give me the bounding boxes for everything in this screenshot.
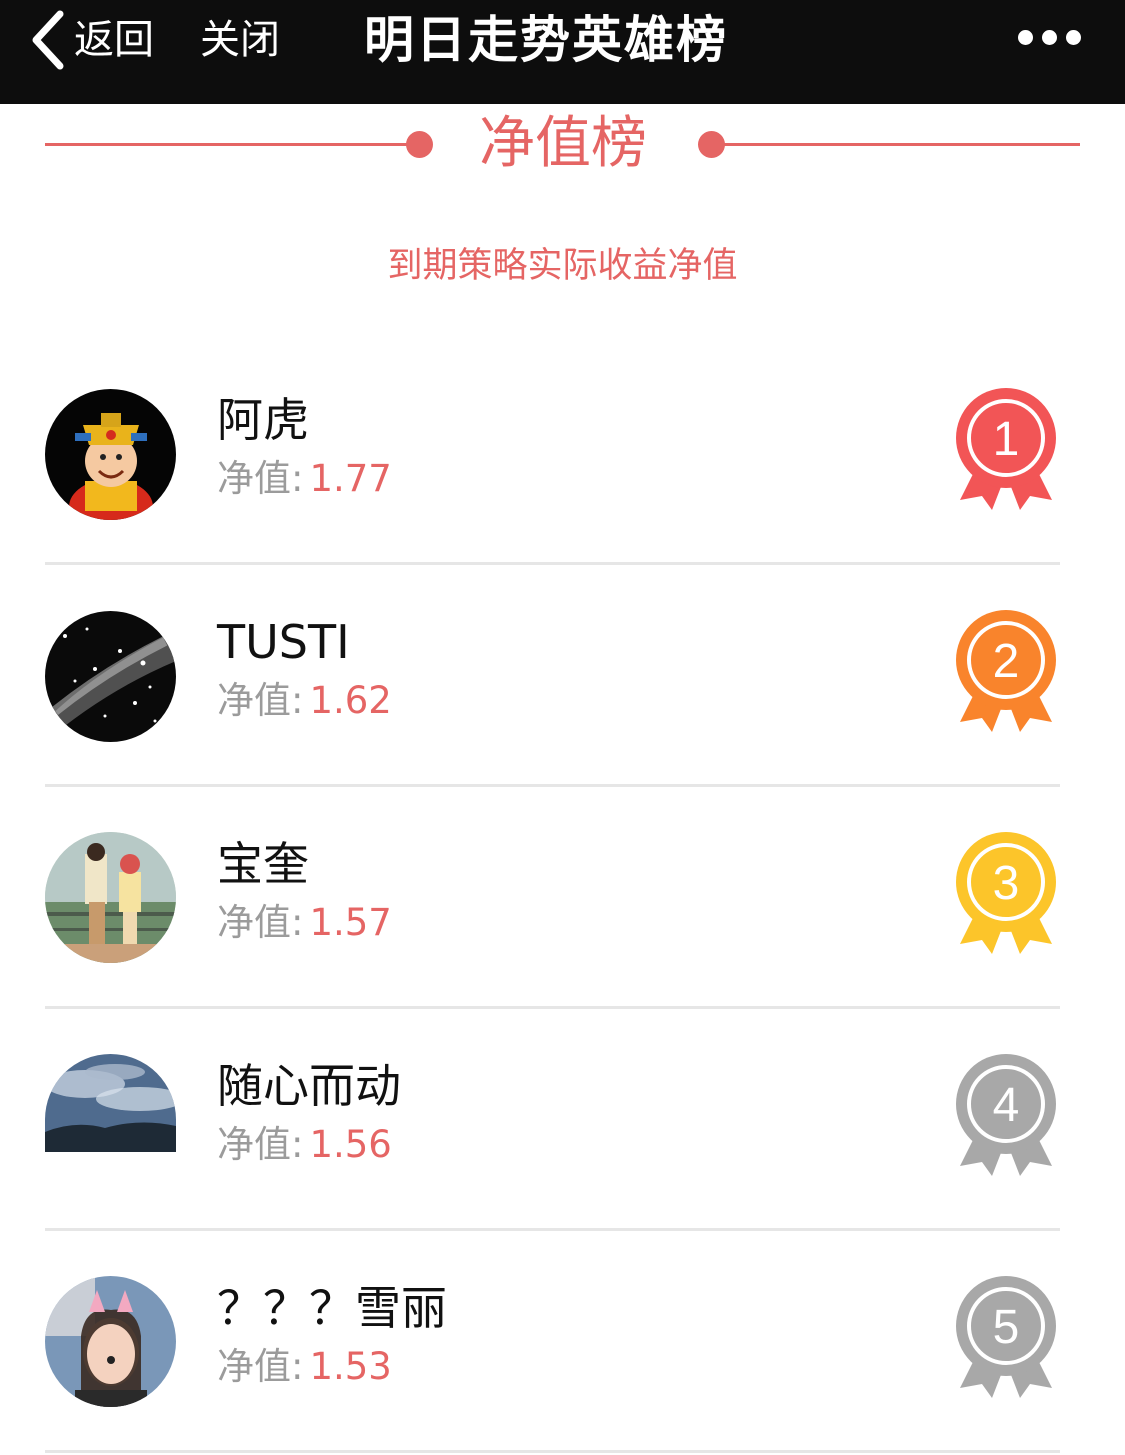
section-title: 净值榜 (479, 111, 647, 176)
rank-medal-icon: 5 (948, 1274, 1064, 1400)
user-name: ？？？雪丽 (217, 1281, 447, 1335)
back-button[interactable]: 返回 (28, 8, 154, 72)
ranking-row-1[interactable]: 阿虎 净值: 1.77 1 (0, 342, 1125, 565)
ranking-row-3[interactable]: 宝奎 净值: 1.57 3 (0, 786, 1125, 1009)
back-label: 返回 (74, 17, 154, 63)
row-divider (45, 1450, 1060, 1453)
user-name: 阿虎 (217, 393, 309, 447)
rank-medal-icon: 3 (948, 830, 1064, 956)
avatar[interactable] (45, 389, 176, 520)
rank-number: 3 (993, 857, 1020, 910)
section-heading: 净值榜 (0, 104, 1125, 184)
avatar[interactable] (45, 832, 176, 963)
net-value-label: 净值: (217, 1123, 304, 1166)
user-name: 随心而动 (217, 1059, 401, 1113)
ranking-row-2[interactable]: TUSTI 净值: 1.62 2 (0, 564, 1125, 787)
medal-graphic: 1 (956, 388, 1056, 510)
user-name: TUSTI (217, 615, 350, 669)
net-value-line: 净值: 1.62 (217, 676, 392, 726)
net-value: 1.57 (309, 901, 392, 944)
medal-graphic: 3 (956, 832, 1056, 954)
net-value-line: 净值: 1.56 (217, 1120, 392, 1170)
ranking-row-4[interactable]: 随心而动 净值: 1.56 4 (0, 1008, 1125, 1231)
medal-graphic: 5 (956, 1276, 1056, 1398)
rank-number: 4 (993, 1079, 1020, 1132)
top-nav-bar: 返回 关闭 明日走势英雄榜 (0, 0, 1125, 104)
heading-divider-right (712, 143, 1080, 146)
net-value-label: 净值: (217, 457, 304, 500)
user-name: 宝奎 (217, 837, 309, 891)
net-value-line: 净值: 1.57 (217, 898, 392, 948)
avatar[interactable] (45, 1054, 176, 1152)
avatar[interactable] (45, 1276, 176, 1407)
net-value: 1.56 (309, 1123, 392, 1166)
rank-number: 5 (993, 1301, 1020, 1354)
page-title: 明日走势英雄榜 (364, 11, 728, 69)
net-value: 1.62 (309, 679, 392, 722)
heading-divider-left (45, 143, 420, 146)
avatar[interactable] (45, 611, 176, 742)
rank-medal-icon: 1 (948, 386, 1064, 512)
ranking-row-5[interactable]: ？？？雪丽 净值: 1.53 5 (0, 1230, 1125, 1453)
net-value: 1.53 (309, 1345, 392, 1388)
net-value-label: 净值: (217, 679, 304, 722)
close-button[interactable]: 关闭 (200, 8, 280, 72)
chevron-left-icon (28, 10, 66, 70)
net-value-label: 净值: (217, 1345, 304, 1388)
rank-medal-icon: 4 (948, 1052, 1064, 1178)
heading-dot-left (406, 131, 433, 158)
net-value-line: 净值: 1.77 (217, 454, 392, 504)
net-value-line: 净值: 1.53 (217, 1342, 392, 1392)
more-dots-icon[interactable] (1018, 30, 1081, 45)
medal-graphic: 2 (956, 610, 1056, 732)
medal-graphic: 4 (956, 1054, 1056, 1176)
rank-medal-icon: 2 (948, 608, 1064, 734)
net-value: 1.77 (309, 457, 392, 500)
section-subtitle: 到期策略实际收益净值 (387, 246, 738, 286)
rank-number: 1 (993, 413, 1020, 466)
rank-number: 2 (993, 635, 1020, 688)
net-value-label: 净值: (217, 901, 304, 944)
